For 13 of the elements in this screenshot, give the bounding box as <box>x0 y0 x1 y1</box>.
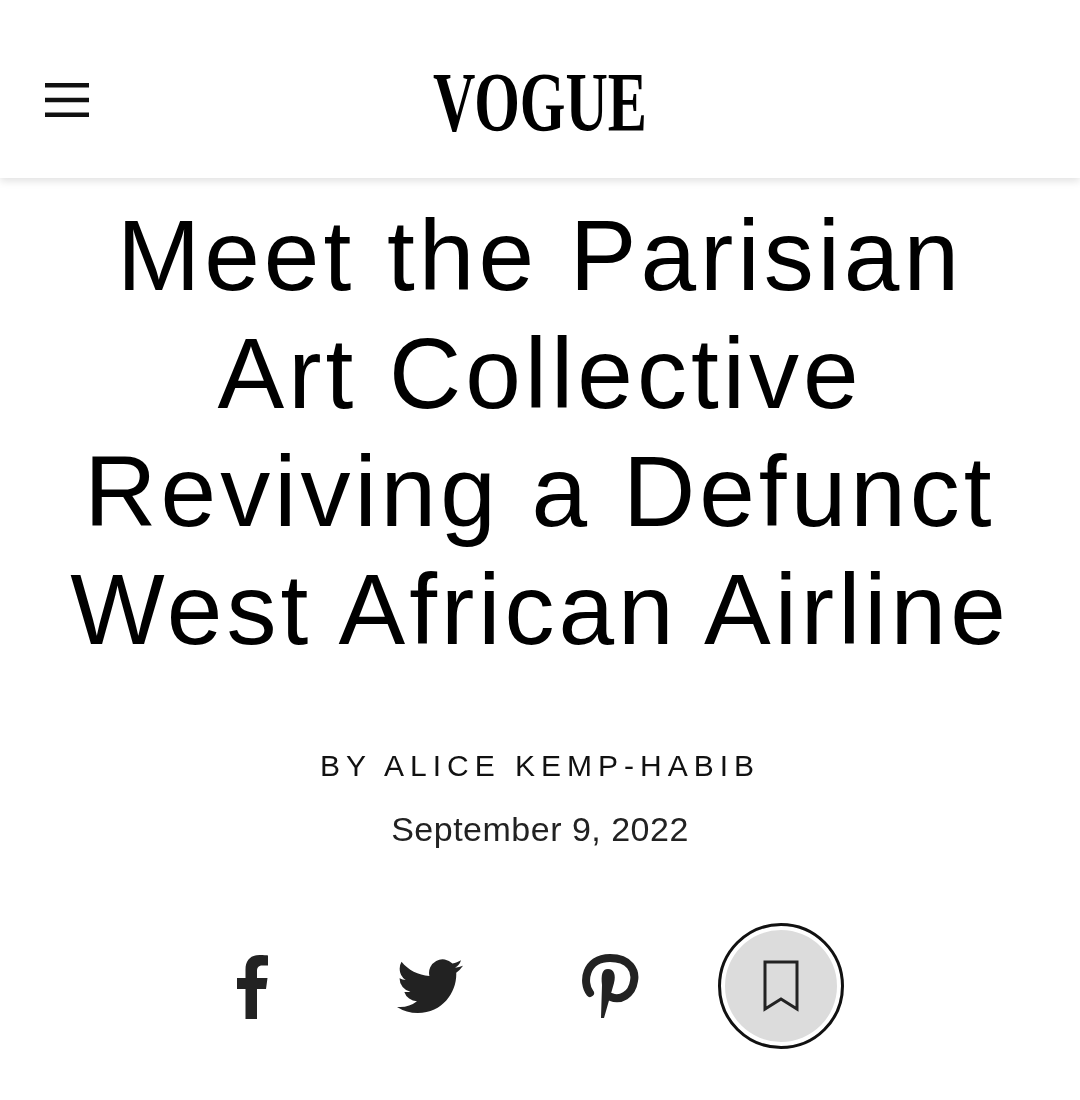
logo[interactable]: VOGUE <box>433 59 647 145</box>
bird-icon <box>396 958 463 1013</box>
menu-icon <box>45 83 89 117</box>
facebook-share-link[interactable] <box>236 952 269 1019</box>
headline: Meet the Parisian Art Collective Reviving a Defunct West African Airline <box>69 198 1011 667</box>
twitter-share-link[interactable] <box>396 958 463 1013</box>
pinterest-share-link[interactable] <box>579 952 640 1019</box>
pinterest-icon <box>579 952 640 1019</box>
publish-date: September 9, 2022 <box>391 809 689 849</box>
byline: BY ALICE KEMP-HABIB <box>319 749 761 784</box>
facebook-icon <box>236 952 269 1019</box>
menu-button[interactable] <box>45 83 89 117</box>
bookmark-icon <box>762 959 799 1012</box>
